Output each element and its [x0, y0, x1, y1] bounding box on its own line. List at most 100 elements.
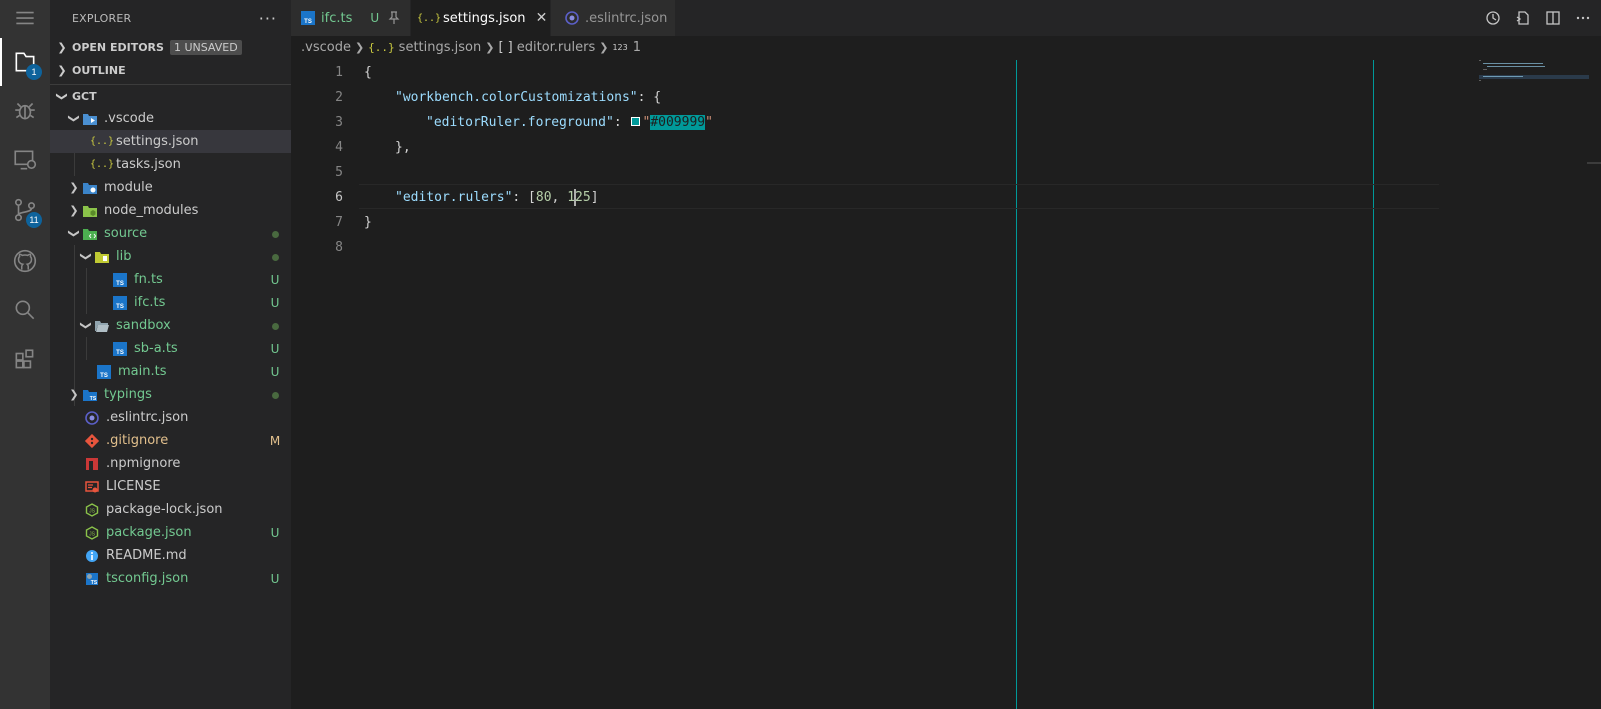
tab-settings-json[interactable]: {..} settings.json ✕ — [411, 0, 551, 36]
untracked-status: U — [270, 364, 280, 379]
remote-activity-button[interactable] — [0, 136, 50, 184]
json-file-icon: {..} — [89, 159, 115, 170]
line-number: 8 — [335, 240, 343, 255]
tree-file-main-ts[interactable]: TS main.ts U — [50, 360, 291, 383]
line-number: 5 — [335, 165, 343, 180]
tab-eslintrc-json[interactable]: .eslintrc.json — [551, 0, 676, 36]
line-number: 7 — [335, 215, 343, 230]
tree-file-ifc-ts[interactable]: TS ifc.ts U — [50, 291, 291, 314]
tree-file-tsconfig[interactable]: TS tsconfig.json U — [50, 567, 291, 590]
tab-label: .eslintrc.json — [585, 10, 668, 26]
breadcrumb-folder[interactable]: .vscode — [301, 40, 351, 55]
bug-icon — [15, 102, 35, 120]
line-number: 1 — [335, 65, 343, 80]
untracked-status: U — [270, 295, 280, 310]
code-line-1: { — [364, 65, 372, 80]
folder-open-icon — [94, 318, 110, 334]
color-swatch[interactable] — [630, 117, 640, 126]
lib-folder-icon — [94, 249, 110, 265]
tree-file-npmignore[interactable]: .npmignore — [50, 452, 291, 475]
more-actions-button[interactable] — [1573, 8, 1593, 28]
tree-file-package-json[interactable]: JS package.json U — [50, 521, 291, 544]
svg-text:JS: JS — [89, 508, 96, 514]
code-line-3: "editorRuler.foreground": "#009999" — [426, 115, 713, 130]
array-icon: [ ] — [498, 39, 513, 55]
breadcrumb-key[interactable]: editor.rulers — [517, 40, 596, 55]
code-line-6: "editor.rulers": [80, 125] — [395, 189, 599, 206]
tree-file-license[interactable]: LICENSE — [50, 475, 291, 498]
outline-label: OUTLINE — [72, 64, 126, 77]
tree-file-eslintrc[interactable]: .eslintrc.json — [50, 406, 291, 429]
explorer-badge: 1 — [26, 64, 42, 80]
extensions-icon — [15, 349, 34, 369]
open-changes-button[interactable] — [1513, 8, 1533, 28]
tree-file-package-lock[interactable]: JS package-lock.json — [50, 498, 291, 521]
split-editor-button[interactable] — [1543, 8, 1563, 28]
chevron-right-icon: ❯ — [69, 388, 79, 401]
node-folder-icon — [82, 203, 98, 219]
breadcrumb-index[interactable]: 1 — [633, 40, 641, 55]
code-editor[interactable]: 1 2 3 4 5 6 7 8 { "workbench.colorCustom… — [291, 58, 1601, 709]
menu-button[interactable] — [0, 0, 50, 36]
tree-folder-lib[interactable]: ❯ lib — [50, 245, 291, 268]
close-icon[interactable]: ✕ — [536, 10, 548, 26]
search-activity-button[interactable] — [0, 286, 50, 334]
tree-file-sb-a-ts[interactable]: TS sb-a.ts U — [50, 337, 291, 360]
chevron-right-icon: ❯ — [69, 181, 79, 194]
line-number: 2 — [335, 90, 343, 105]
scm-activity-button[interactable]: 11 — [0, 186, 50, 234]
svg-text:JS: JS — [89, 531, 96, 537]
workspace-folder-section[interactable]: ❯ GCT — [50, 84, 291, 107]
typescript-file-icon: TS — [112, 295, 128, 311]
pin-icon[interactable] — [387, 11, 400, 25]
explorer-activity-button[interactable]: 1 — [0, 38, 50, 86]
modified-status: M — [269, 433, 281, 448]
breadcrumb-file[interactable]: settings.json — [399, 40, 482, 55]
tsconfig-icon: TS — [84, 571, 100, 587]
tree-folder-sandbox[interactable]: ❯ sandbox — [50, 314, 291, 337]
breadcrumb: .vscode ❯ {..} settings.json ❯ [ ] edito… — [291, 36, 1601, 58]
github-activity-button[interactable] — [0, 237, 50, 285]
tree-folder-source[interactable]: ❯ source — [50, 222, 291, 245]
typescript-file-icon: TS — [112, 341, 128, 357]
tab-ifc-ts[interactable]: TS ifc.ts U — [291, 0, 411, 36]
chevron-right-icon: ❯ — [485, 40, 495, 54]
tree-file-settings-json[interactable]: {..} settings.json — [50, 130, 291, 153]
svg-text:TS: TS — [116, 281, 124, 287]
line-number: 3 — [335, 115, 343, 130]
svg-text:TS: TS — [304, 19, 312, 25]
minimap[interactable] — [1479, 58, 1589, 98]
search-icon — [15, 300, 35, 320]
debug-activity-button[interactable] — [0, 86, 50, 134]
explorer-more-button[interactable]: ··· — [259, 9, 277, 28]
tree-folder-typings[interactable]: ❯ TS typings — [50, 383, 291, 406]
json-file-icon: {..} — [89, 136, 115, 147]
svg-text:TS: TS — [90, 396, 97, 402]
editor-actions — [1483, 0, 1593, 36]
extensions-activity-button[interactable] — [0, 336, 50, 384]
chevron-down-icon: ❯ — [67, 228, 81, 239]
typings-folder-icon: TS — [82, 387, 98, 403]
tree-file-tasks-json[interactable]: {..} tasks.json — [50, 153, 291, 176]
tree-file-fn-ts[interactable]: TS fn.ts U — [50, 268, 291, 291]
outline-section[interactable]: ❯ OUTLINE — [50, 59, 291, 82]
tree-folder-vscode[interactable]: ❯ .vscode — [50, 107, 291, 130]
nodejs-icon: JS — [84, 525, 100, 541]
source-folder-icon — [82, 226, 98, 242]
untracked-dot — [263, 319, 287, 333]
chevron-right-icon: ❯ — [57, 64, 67, 77]
tree-folder-node-modules[interactable]: ❯ node_modules — [50, 199, 291, 222]
tree-folder-module[interactable]: ❯ module — [50, 176, 291, 199]
untracked-status: U — [270, 272, 280, 287]
scrollbar-marker — [1587, 162, 1601, 164]
line-number: 4 — [335, 140, 343, 155]
color-value-highlight: #009999 — [650, 115, 706, 130]
github-icon — [13, 249, 37, 273]
module-folder-icon — [82, 180, 98, 196]
open-editors-section[interactable]: ❯ OPEN EDITORS 1 UNSAVED — [50, 36, 291, 59]
timeline-button[interactable] — [1483, 8, 1503, 28]
code-line-2: "workbench.colorCustomizations": { — [395, 90, 662, 105]
tree-file-readme[interactable]: README.md — [50, 544, 291, 567]
tree-file-gitignore[interactable]: .gitignore M — [50, 429, 291, 452]
svg-text:TS: TS — [116, 350, 124, 356]
